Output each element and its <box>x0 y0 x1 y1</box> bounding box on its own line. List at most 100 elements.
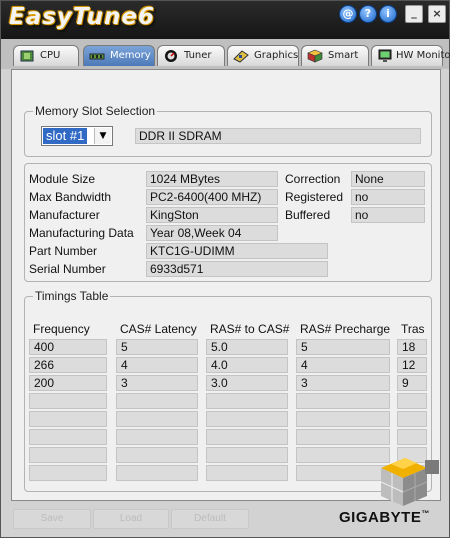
timings-cell <box>29 411 107 427</box>
timings-header-0: Frequency <box>33 322 90 336</box>
timings-table-legend: Timings Table <box>33 289 111 303</box>
slot-selection-legend: Memory Slot Selection <box>33 104 158 118</box>
manufacturing-data-value: Year 08,Week 04 <box>146 225 278 241</box>
registered-value: no <box>351 189 425 205</box>
timings-cell: 3 <box>296 375 390 391</box>
web-link-icon[interactable]: @ <box>339 5 357 23</box>
timings-cell <box>397 411 427 427</box>
memory-stick-icon <box>89 53 105 60</box>
gigabyte-cube-logo-icon <box>380 458 439 506</box>
tab-smart[interactable]: Smart <box>301 45 369 66</box>
buffered-value: no <box>351 207 425 223</box>
memory-panel: Memory Slot Selection slot #1 ▼ DDR II S… <box>11 69 441 501</box>
trademark-symbol: ™ <box>421 509 430 518</box>
app-logo: EasyTune6 <box>9 4 155 30</box>
easytune-window: EasyTune6 @ ? i _ × CPU Memory Tuner Gra… <box>0 0 450 538</box>
timings-cell <box>29 429 107 445</box>
timings-cell <box>397 393 427 409</box>
max-bandwidth-value: PC2-6400(400 MHZ) <box>146 189 278 205</box>
timings-header-1: CAS# Latency <box>120 322 197 336</box>
tab-hw-monitor[interactable]: HW Monitor <box>371 45 450 66</box>
timings-cell: 5.0 <box>206 339 288 355</box>
timings-cell: 4 <box>296 357 390 373</box>
timings-cell <box>206 465 288 481</box>
correction-value: None <box>351 171 425 187</box>
manufacturing-data-label: Manufacturing Data <box>29 226 134 240</box>
help-icon[interactable]: ? <box>359 5 377 23</box>
max-bandwidth-label: Max Bandwidth <box>29 190 112 204</box>
timings-cell: 5 <box>296 339 390 355</box>
chevron-down-icon[interactable]: ▼ <box>94 128 111 144</box>
timings-cell <box>296 393 390 409</box>
timings-cell: 3 <box>116 375 198 391</box>
tab-cpu-label: CPU <box>40 50 61 61</box>
tab-hw-monitor-label: HW Monitor <box>396 50 450 61</box>
timings-cell <box>29 393 107 409</box>
timings-cell <box>206 411 288 427</box>
tab-memory-label: Memory <box>110 50 151 61</box>
timings-cell: 3.0 <box>206 375 288 391</box>
timings-cell <box>116 393 198 409</box>
serial-number-label: Serial Number <box>29 262 106 276</box>
memory-type-field: DDR II SDRAM <box>135 128 421 144</box>
timings-cell <box>116 447 198 463</box>
part-number-value: KTC1G-UDIMM <box>146 243 328 259</box>
gigabyte-brand-text: GIGABYTE <box>339 509 422 526</box>
cube-icon <box>307 49 323 63</box>
info-icon[interactable]: i <box>379 5 397 23</box>
timings-cell <box>206 429 288 445</box>
timings-cell <box>29 465 107 481</box>
registered-label: Registered <box>285 190 344 204</box>
timings-cell <box>397 429 427 445</box>
timings-cell: 4 <box>116 357 198 373</box>
timings-header-4: Tras <box>401 322 425 336</box>
part-number-label: Part Number <box>29 244 98 258</box>
default-button[interactable]: Default <box>171 509 249 529</box>
gauge-icon <box>165 50 177 62</box>
timings-cell <box>206 447 288 463</box>
timings-cell <box>296 411 390 427</box>
timings-cell <box>296 429 390 445</box>
tab-strip: CPU Memory Tuner Graphics Smart HW Monit… <box>1 39 450 69</box>
correction-label: Correction <box>285 172 341 186</box>
tab-cpu[interactable]: CPU <box>13 45 79 66</box>
close-button[interactable]: × <box>428 5 446 23</box>
cpu-chip-icon <box>20 50 34 62</box>
gigabyte-brand: GIGABYTE™ <box>339 509 430 526</box>
manufacturer-label: Manufacturer <box>29 208 100 222</box>
load-button[interactable]: Load <box>93 509 169 529</box>
title-bar[interactable]: EasyTune6 @ ? i _ × <box>1 1 449 39</box>
monitor-icon <box>378 49 392 62</box>
module-size-value: 1024 MBytes <box>146 171 278 187</box>
timings-cell <box>116 411 198 427</box>
tab-graphics-label: Graphics <box>254 50 299 61</box>
timings-cell: 5 <box>116 339 198 355</box>
timings-cell: 18 <box>397 339 427 355</box>
tab-smart-label: Smart <box>328 50 359 61</box>
tab-tuner-label: Tuner <box>184 50 212 61</box>
timings-cell <box>29 447 107 463</box>
slot-select-value: slot #1 <box>43 128 88 144</box>
buffered-label: Buffered <box>285 208 331 222</box>
timings-cell: 4.0 <box>206 357 288 373</box>
tab-memory[interactable]: Memory <box>83 45 155 66</box>
serial-number-value: 6933d571 <box>146 261 328 277</box>
tab-tuner[interactable]: Tuner <box>157 45 225 66</box>
module-size-label: Module Size <box>29 172 96 186</box>
graphics-card-icon <box>233 50 249 63</box>
timings-header-3: RAS# Precharge <box>300 322 391 336</box>
timings-header-2: RAS# to CAS# <box>210 322 290 336</box>
timings-cell <box>116 429 198 445</box>
timings-cell <box>206 393 288 409</box>
timings-cell: 200 <box>29 375 107 391</box>
timings-cell: 400 <box>29 339 107 355</box>
minimize-button[interactable]: _ <box>405 5 423 23</box>
timings-cell <box>116 465 198 481</box>
slot-select[interactable]: slot #1 ▼ <box>41 126 113 146</box>
timings-cell: 9 <box>397 375 427 391</box>
save-button[interactable]: Save <box>13 509 91 529</box>
manufacturer-value: KingSton <box>146 207 278 223</box>
timings-cell: 12 <box>397 357 427 373</box>
timings-cell: 266 <box>29 357 107 373</box>
tab-graphics[interactable]: Graphics <box>227 45 299 66</box>
